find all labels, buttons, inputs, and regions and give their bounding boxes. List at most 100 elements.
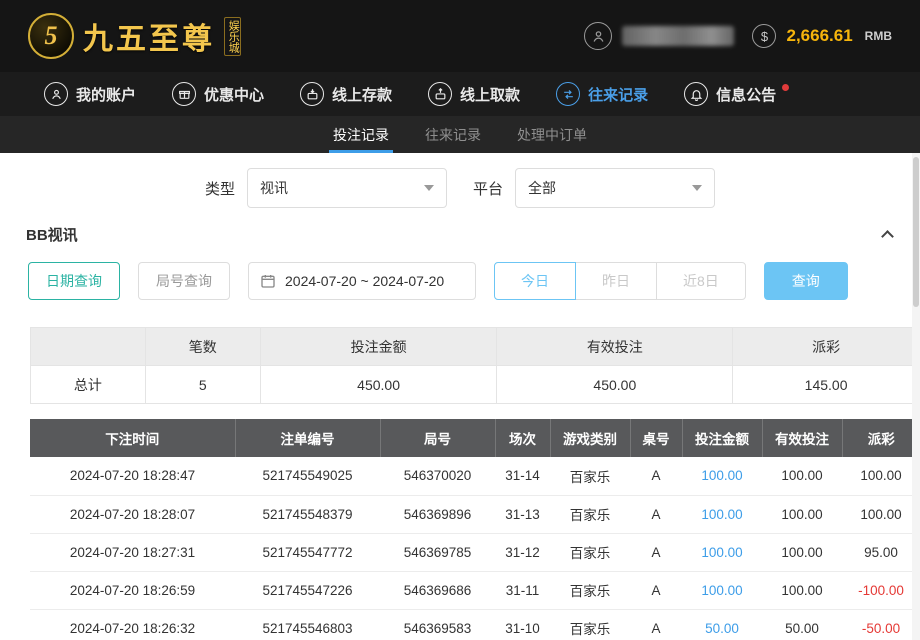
user-icon	[44, 82, 68, 106]
site-logo[interactable]: 5 九五至尊 娱乐城	[28, 13, 241, 59]
bet-records-table: 下注时间 注单编号 局号 场次 游戏类别 桌号 投注金额 有效投注 派彩 202…	[30, 419, 920, 640]
nav-label: 线上取款	[460, 84, 520, 105]
scrollbar-thumb[interactable]	[913, 157, 919, 307]
yesterday-button[interactable]: 昨日	[575, 262, 657, 300]
summary-header-payout: 派彩	[733, 328, 920, 366]
summary-valid-bet: 450.00	[497, 366, 733, 404]
summary-table: 笔数 投注金额 有效投注 派彩 总计 5 450.00 450.00 145.0…	[30, 327, 920, 404]
nav-item-promotions[interactable]: 优惠中心	[172, 82, 264, 106]
round-query-button[interactable]: 局号查询	[138, 262, 230, 300]
header-bet-amount: 投注金额	[682, 419, 762, 457]
nav-item-announcements[interactable]: 信息公告	[684, 82, 789, 106]
type-select-value: 视讯	[260, 178, 288, 198]
cell-session: 31-10	[495, 609, 550, 640]
currency-label: RMB	[865, 29, 892, 43]
page: 5 九五至尊 娱乐城 $ 2,666.61 RMB 我的账户	[0, 0, 920, 640]
nav-item-my-account[interactable]: 我的账户	[44, 82, 136, 106]
table-row: 2024-07-20 18:26:32 521745546803 5463695…	[30, 609, 920, 640]
cell-valid-bet: 100.00	[762, 457, 842, 495]
cell-table-no: A	[630, 571, 682, 609]
tab-label: 投注记录	[333, 125, 389, 145]
cell-bet-amount-link[interactable]: 100.00	[682, 457, 762, 495]
table-row: 2024-07-20 18:28:47 521745549025 5463700…	[30, 457, 920, 495]
nav-label: 线上存款	[332, 84, 392, 105]
tab-processing-orders[interactable]: 处理中订单	[513, 116, 591, 153]
header-payout: 派彩	[842, 419, 920, 457]
cell-round-no: 546369583	[380, 609, 495, 640]
today-button[interactable]: 今日	[494, 262, 576, 300]
cell-payout: -100.00	[842, 571, 920, 609]
platform-filter-group: 平台 全部	[473, 168, 715, 208]
summary-header-valid-bet: 有效投注	[497, 328, 733, 366]
logo-title: 九五至尊	[83, 14, 215, 58]
type-filter-label: 类型	[205, 178, 235, 199]
platform-select-value: 全部	[528, 178, 556, 198]
nav-label: 信息公告	[716, 84, 776, 105]
cell-game-type: 百家乐	[550, 533, 630, 571]
logo-subtitle: 娱乐城	[224, 17, 241, 56]
cell-bet-id: 521745548379	[235, 495, 380, 533]
quick-range-group: 今日 昨日 近8日	[494, 262, 746, 300]
header-table-no: 桌号	[630, 419, 682, 457]
top-bar: 5 九五至尊 娱乐城 $ 2,666.61 RMB	[0, 0, 920, 72]
header-session: 场次	[495, 419, 550, 457]
masked-username	[622, 26, 734, 46]
summary-header-empty	[31, 328, 146, 366]
sub-tab-bar: 投注记录 往来记录 处理中订单	[0, 116, 920, 153]
type-select[interactable]: 视讯	[247, 168, 447, 208]
nav-label: 优惠中心	[204, 84, 264, 105]
tab-label: 往来记录	[425, 125, 481, 145]
cell-round-no: 546370020	[380, 457, 495, 495]
deposit-icon	[300, 82, 324, 106]
cell-bet-amount-link[interactable]: 50.00	[682, 609, 762, 640]
table-header-row: 下注时间 注单编号 局号 场次 游戏类别 桌号 投注金额 有效投注 派彩	[30, 419, 920, 457]
gift-icon	[172, 82, 196, 106]
cell-game-type: 百家乐	[550, 457, 630, 495]
cell-bet-amount-link[interactable]: 100.00	[682, 495, 762, 533]
cell-bet-amount-link[interactable]: 100.00	[682, 533, 762, 571]
table-row: 2024-07-20 18:27:31 521745547772 5463697…	[30, 533, 920, 571]
tab-betting-records[interactable]: 投注记录	[329, 116, 393, 153]
date-range-value: 2024-07-20 ~ 2024-07-20	[285, 273, 444, 289]
nav-label: 往来记录	[588, 84, 648, 105]
summary-payout: 145.00	[733, 366, 920, 404]
cell-game-type: 百家乐	[550, 571, 630, 609]
date-query-button[interactable]: 日期查询	[28, 262, 120, 300]
cell-valid-bet: 100.00	[762, 495, 842, 533]
last-8-days-button[interactable]: 近8日	[656, 262, 746, 300]
tab-label: 处理中订单	[517, 125, 587, 145]
cell-table-no: A	[630, 457, 682, 495]
header-valid-bet: 有效投注	[762, 419, 842, 457]
user-avatar-icon[interactable]	[584, 22, 612, 50]
nav-item-deposit[interactable]: 线上存款	[300, 82, 392, 106]
summary-header-row: 笔数 投注金额 有效投注 派彩	[31, 328, 920, 366]
platform-filter-label: 平台	[473, 178, 503, 199]
balance-amount: 2,666.61	[786, 26, 852, 46]
table-row: 2024-07-20 18:28:07 521745548379 5463698…	[30, 495, 920, 533]
nav-item-withdrawal[interactable]: 线上取款	[428, 82, 520, 106]
collapse-chevron-up-icon[interactable]	[881, 230, 894, 243]
bell-icon	[684, 82, 708, 106]
cell-bet-time: 2024-07-20 18:28:07	[30, 495, 235, 533]
vertical-scrollbar[interactable]	[912, 153, 920, 640]
withdraw-icon	[428, 82, 452, 106]
cell-bet-id: 521745547226	[235, 571, 380, 609]
type-filter-group: 类型 视讯	[205, 168, 447, 208]
table-row: 2024-07-20 18:26:59 521745547226 5463696…	[30, 571, 920, 609]
tab-transaction-records[interactable]: 往来记录	[421, 116, 485, 153]
header-bet-time: 下注时间	[30, 419, 235, 457]
cell-bet-id: 521745547772	[235, 533, 380, 571]
cell-bet-time: 2024-07-20 18:26:32	[30, 609, 235, 640]
nav-label: 我的账户	[76, 84, 136, 105]
platform-select[interactable]: 全部	[515, 168, 715, 208]
query-row: 日期查询 局号查询 2024-07-20 ~ 2024-07-20 今日 昨日 …	[0, 262, 920, 300]
cell-bet-amount-link[interactable]: 100.00	[682, 571, 762, 609]
cell-bet-id: 521745549025	[235, 457, 380, 495]
cell-table-no: A	[630, 609, 682, 640]
summary-count: 5	[145, 366, 260, 404]
search-button[interactable]: 查询	[764, 262, 848, 300]
summary-total-label: 总计	[31, 366, 146, 404]
section-header: BB视讯	[0, 222, 920, 246]
date-range-input[interactable]: 2024-07-20 ~ 2024-07-20	[248, 262, 476, 300]
nav-item-transaction-records[interactable]: 往来记录	[556, 82, 648, 106]
